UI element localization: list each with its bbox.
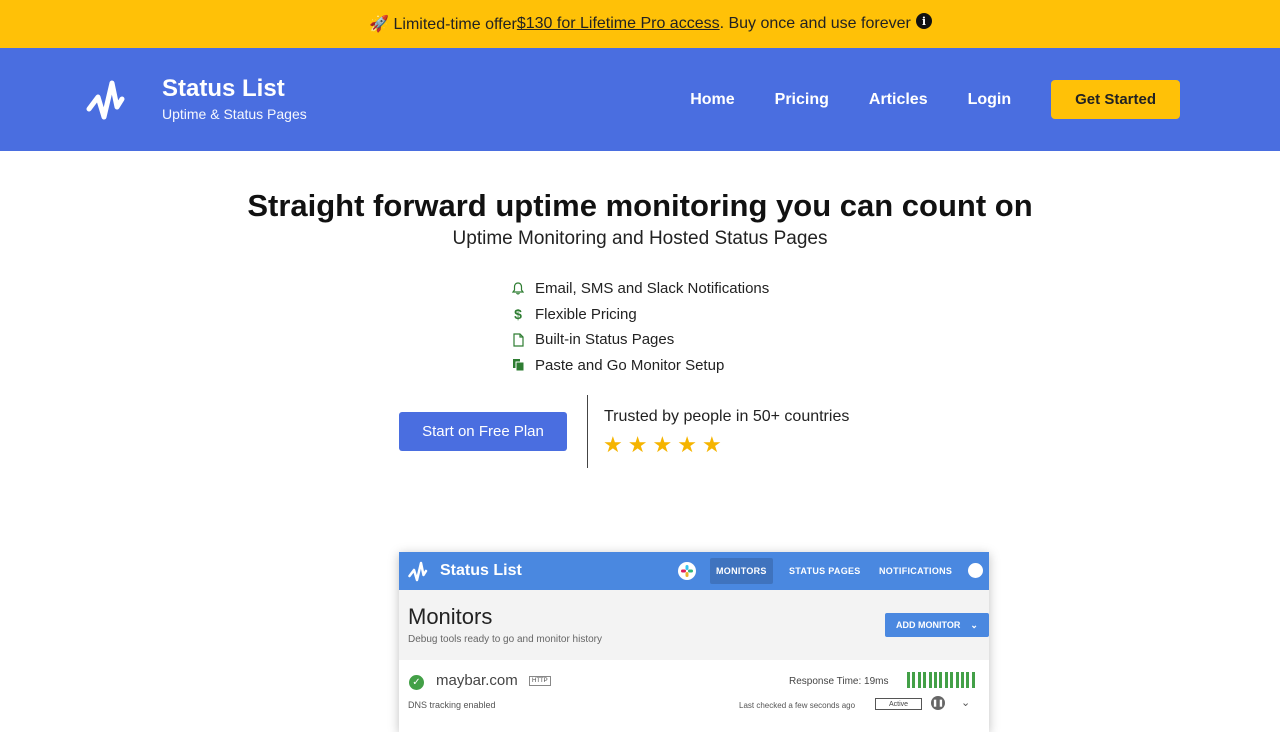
copy-icon [511,358,525,372]
get-started-button[interactable]: Get Started [1051,80,1180,119]
feature-label: Flexible Pricing [535,305,637,323]
uptime-bar [928,672,932,688]
status-pill: Active [875,698,922,710]
pause-icon: ❚❚ [931,696,945,710]
feature-label: Paste and Go Monitor Setup [535,356,725,374]
dashboard-preview: Status List MONITORS STATUS PAGES NOTIFI… [399,552,989,732]
uptime-bar [912,672,916,688]
star-icon: ★ [677,432,697,457]
info-icon[interactable]: i [916,13,932,29]
hero-title: Straight forward uptime monitoring you c… [247,188,1033,223]
feature-list: Email, SMS and Slack Notifications $ Fle… [511,276,769,378]
promo-banner: 🚀 Limited-time offer $130 for Lifetime P… [0,0,1280,48]
chevron-down-icon: ⌄ [970,619,978,630]
monitor-note: DNS tracking enabled [408,700,496,710]
add-monitor-label: ADD MONITOR [896,620,961,630]
nav-links: Home Pricing Articles Login Get Started [650,80,1180,119]
uptime-bar [971,672,975,688]
divider [587,395,588,468]
uptime-bars [907,672,977,688]
slack-icon [678,562,696,580]
preview-tab-status-pages: STATUS PAGES [789,566,861,576]
logo-icon[interactable] [86,79,126,123]
user-avatar-icon [968,563,983,578]
chevron-down-icon: ⌄ [961,697,971,709]
uptime-bar [917,672,921,688]
promo-link[interactable]: $130 for Lifetime Pro access [517,15,720,33]
file-icon [511,333,525,347]
dollar-icon: $ [514,306,522,323]
preview-heading: Monitors [408,604,493,629]
preview-subheading: Debug tools ready to go and monitor hist… [408,634,602,645]
nav-pricing[interactable]: Pricing [775,91,829,109]
preview-add-monitor-button: ADD MONITOR ⌄ [885,613,989,637]
nav-home[interactable]: Home [690,91,734,109]
nav-login[interactable]: Login [968,91,1012,109]
promo-prefix: 🚀 Limited-time offer [369,16,517,33]
uptime-bar [923,672,927,688]
preview-title: Status List [440,562,522,579]
feature-label: Email, SMS and Slack Notifications [535,280,770,298]
uptime-bar [966,672,970,688]
feature-item: $ Flexible Pricing [511,302,769,328]
preview-monitor-row: ✓ maybar.com HTTP DNS tracking enabled R… [399,660,989,732]
star-icon: ★ [652,432,673,457]
feature-item: Email, SMS and Slack Notifications [511,276,769,302]
promo-suffix: . Buy once and use forever [719,15,911,32]
bell-icon [511,282,525,296]
brand-title[interactable]: Status List [162,75,285,103]
logo-icon [408,561,428,582]
uptime-bar [939,672,943,688]
uptime-bar [950,672,954,688]
feature-item: Paste and Go Monitor Setup [511,353,769,379]
trusted-text: Trusted by people in 50+ countries [604,408,850,425]
check-icon: ✓ [409,675,424,690]
preview-tab-monitors: MONITORS [710,558,773,584]
feature-item: Built-in Status Pages [511,327,769,353]
preview-tab-notifications: NOTIFICATIONS [879,566,953,576]
hero-subtitle: Uptime Monitoring and Hosted Status Page… [452,228,828,249]
nav-articles[interactable]: Articles [869,91,928,109]
http-tag: HTTP [529,676,551,686]
feature-label: Built-in Status Pages [535,331,675,349]
start-free-plan-button[interactable]: Start on Free Plan [399,412,567,451]
star-icon: ★ [701,432,722,457]
rating-stars: ★ ★ ★ ★ ★ [603,432,727,458]
uptime-bar [907,672,910,688]
star-icon: ★ [627,432,648,457]
uptime-bar [933,672,937,688]
brand-subtitle: Uptime & Status Pages [162,106,307,122]
preview-appbar: Status List MONITORS STATUS PAGES NOTIFI… [399,552,989,590]
last-checked: Last checked a few seconds ago [739,701,856,710]
uptime-bar [944,672,948,688]
star-icon: ★ [603,432,623,457]
uptime-bar [960,672,964,688]
monitor-domain: maybar.com [436,672,518,689]
preview-header: Monitors Debug tools ready to go and mon… [399,590,989,660]
uptime-bar [955,672,959,688]
response-time: Response Time: 19ms [789,676,889,687]
